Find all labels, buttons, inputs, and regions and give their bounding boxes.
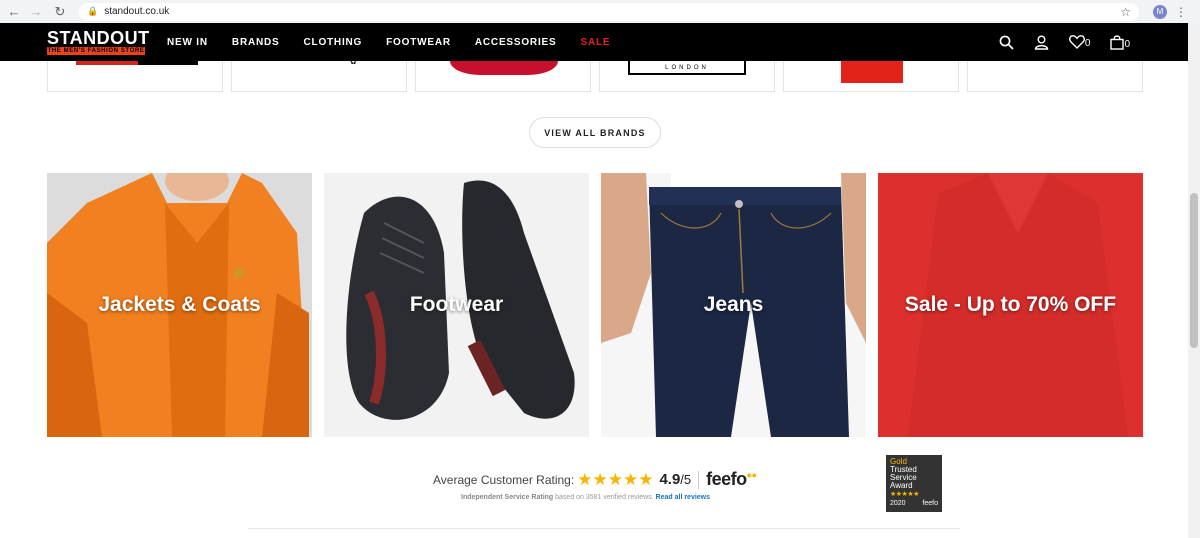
nav-footwear[interactable]: FOOTWEAR — [386, 37, 451, 48]
header-icons: 0 0 — [999, 34, 1130, 50]
url-text: standout.co.uk — [104, 6, 170, 17]
logo-tagline: THE MEN'S FASHION STORE — [47, 47, 145, 55]
heart-icon — [1068, 35, 1085, 49]
brand-logo: LONDON — [628, 61, 746, 75]
scroll-thumb[interactable] — [1190, 193, 1198, 348]
cart-button[interactable]: 0 — [1110, 34, 1130, 50]
site-header: STANDOUT THE MEN'S FASHION STORE NEW IN … — [0, 23, 1188, 61]
brand-logo-mark: ▬ — [869, 61, 875, 63]
award-year: 2020 — [890, 500, 906, 507]
rating-stars-icon: ★ ★ ★ ★ ★ — [577, 470, 654, 489]
feefo-logo: feefo●● — [706, 469, 757, 489]
page-scrollbar[interactable] — [1188, 23, 1200, 538]
nav-accessories[interactable]: ACCESSORIES — [475, 37, 557, 48]
back-arrow-icon[interactable]: ← — [5, 3, 23, 21]
rating-sub-bold: Independent Service Rating — [461, 494, 554, 501]
wishlist-count: 0 — [1084, 38, 1091, 49]
brand-tile[interactable] — [47, 61, 223, 92]
award-brand: feefo — [922, 500, 938, 507]
reload-icon[interactable]: ↻ — [51, 3, 69, 21]
nav-new-in[interactable]: NEW IN — [167, 37, 208, 48]
feefo-rating-widget[interactable]: Average Customer Rating: ★ ★ ★ ★ ★ 4.9 /5 fe… — [433, 469, 763, 501]
nav-sale[interactable]: SALE — [580, 37, 610, 48]
brand-tile[interactable]: ✿ — [231, 61, 407, 92]
read-all-reviews-link[interactable]: Read all reviews — [656, 494, 710, 501]
rating-divider — [698, 470, 700, 489]
standout-logo[interactable]: STANDOUT THE MEN'S FASHION STORE — [47, 28, 150, 55]
brand-carousel: ✿ LONDON ▬ — [47, 61, 1143, 92]
logo-text: STANDOUT — [47, 28, 150, 48]
award-line-award: Award — [890, 481, 913, 490]
search-icon[interactable] — [999, 35, 1014, 50]
brand-logo: ▬ — [841, 61, 903, 83]
browser-toolbar: ← → ↻ 🔒 standout.co.uk ☆ M ⋮ — [0, 0, 1200, 23]
main-nav: NEW IN BRANDS CLOTHING FOOTWEAR ACCESSOR… — [167, 37, 634, 48]
section-divider — [248, 528, 960, 529]
rating-score: 4.9 — [659, 471, 681, 488]
category-jackets-coats[interactable]: Jackets & Coats — [47, 173, 312, 437]
category-sale[interactable]: Sale - Up to 70% OFF — [878, 173, 1143, 437]
award-stars-icon: ★★★★★ — [890, 491, 919, 498]
rating-sub-text: based on 3581 verified reviews. — [555, 494, 654, 501]
brand-tile[interactable] — [415, 61, 591, 92]
category-jeans[interactable]: Jeans — [601, 173, 866, 437]
rating-prefix: Average Customer Rating: — [433, 472, 575, 487]
cart-count: 0 — [1124, 38, 1130, 50]
category-footwear[interactable]: Footwear — [324, 173, 589, 437]
brand-tile[interactable] — [967, 61, 1143, 92]
brand-logo — [450, 61, 558, 75]
category-label: Jeans — [703, 293, 764, 316]
brand-logo: ✿ — [350, 61, 357, 66]
brand-logo-dark — [138, 61, 198, 65]
forward-arrow-icon[interactable]: → — [27, 3, 45, 21]
wishlist-button[interactable]: 0 — [1068, 35, 1091, 49]
bag-icon — [1110, 34, 1125, 50]
nav-brands[interactable]: BRANDS — [232, 37, 280, 48]
brand-tile[interactable]: LONDON — [599, 61, 775, 92]
rating-score-max: /5 — [680, 472, 692, 487]
address-bar[interactable]: 🔒 standout.co.uk ☆ — [79, 2, 1139, 21]
feefo-award-badge[interactable]: Gold Trusted Service Award ★★★★★ 2020 fee… — [886, 455, 942, 512]
rating-subtext: Independent Service Rating based on 3581… — [461, 494, 763, 501]
nav-clothing[interactable]: CLOTHING — [304, 37, 363, 48]
category-label: Sale - Up to 70% OFF — [904, 293, 1117, 316]
brand-tile[interactable]: ▬ — [783, 61, 959, 92]
bookmark-star-icon[interactable]: ☆ — [1120, 5, 1131, 19]
view-all-brands-button[interactable]: VIEW ALL BRANDS — [529, 117, 661, 148]
category-label: Jackets & Coats — [98, 293, 261, 316]
browser-menu-icon[interactable]: ⋮ — [1175, 5, 1187, 19]
brand-logo-text: LONDON — [665, 65, 709, 71]
lock-icon: 🔒 — [87, 6, 99, 16]
account-icon[interactable] — [1034, 35, 1049, 50]
category-label: Footwear — [409, 293, 504, 316]
profile-avatar[interactable]: M — [1153, 4, 1167, 19]
feefo-dots-icon: ●● — [746, 470, 757, 480]
